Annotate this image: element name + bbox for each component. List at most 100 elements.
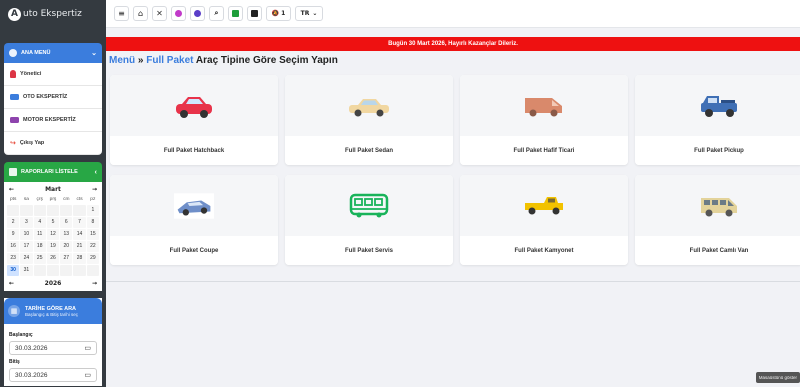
vehicle-card-label: Full Paket Camlı Van [635, 236, 800, 265]
logout-icon: ↪ [10, 139, 16, 147]
calendar-icon: ▭ [84, 372, 91, 379]
calendar-prev-button[interactable]: ← [9, 186, 14, 193]
vehicle-card[interactable]: Full Paket Hatchback [110, 75, 278, 165]
calendar-day[interactable]: 26 [46, 253, 60, 264]
calendar-day[interactable]: 18 [33, 241, 46, 252]
vehicle-card-label: Full Paket Kamyonet [460, 236, 628, 265]
year-next-button[interactable]: → [92, 280, 97, 287]
sidebar-item-motor-ekspertiz[interactable]: MOTOR EKSPERTİZ [4, 109, 102, 132]
calendar-month[interactable]: Mart [45, 186, 61, 193]
calendar-day[interactable]: 5 [46, 217, 60, 228]
vehicle-card[interactable]: Full Paket Camlı Van [635, 175, 800, 265]
calendar-day[interactable]: 2 [7, 217, 20, 228]
brand[interactable]: A uto Ekspertiz [0, 0, 106, 28]
vehicle-card[interactable]: Full Paket Servis [285, 175, 453, 265]
vehicle-card[interactable]: Full Paket Hafif Ticari [460, 75, 628, 165]
users-button[interactable] [171, 6, 186, 21]
weekday-label: sa [23, 197, 29, 202]
calendar-day[interactable]: 16 [7, 241, 20, 252]
calendar-day[interactable]: 24 [20, 253, 33, 264]
vehicle-card[interactable]: Full Paket Pickup [635, 75, 800, 165]
calendar-day[interactable]: 23 [7, 253, 20, 264]
sidebar-item-oto-ekspertiz[interactable]: OTO EKSPERTİZ [4, 86, 102, 109]
calendar-day[interactable]: 25 [33, 253, 46, 264]
breadcrumb-package-link[interactable]: Full Paket [146, 55, 193, 66]
hatchback-icon [176, 96, 212, 118]
calendar-day[interactable]: 7 [73, 217, 86, 228]
calendar-day[interactable]: 14 [73, 229, 86, 240]
main-content: Bugün 30 Mart 2026, Hayırlı Kazançlar Di… [106, 37, 800, 387]
end-date-input[interactable]: 30.03.2026 ▭ [9, 368, 97, 382]
announcement-bar: Bugün 30 Mart 2026, Hayırlı Kazançlar Di… [106, 37, 800, 51]
calendar-empty-cell [73, 205, 86, 216]
vehicle-image [460, 75, 628, 136]
calendar-day[interactable]: 19 [46, 241, 60, 252]
sidebar-item-yonetici[interactable]: Yönetici [4, 63, 102, 86]
top-bar: A uto Ekspertiz ≡ ⌂ ✕ ⌕ 🔕 1 TR ⌄ [0, 0, 800, 28]
calendar-day[interactable]: 9 [7, 229, 20, 240]
sidebar-item-cikis-yap[interactable]: ↪ Çıkış Yap [4, 132, 102, 155]
calendar-day[interactable]: 20 [60, 241, 73, 252]
calendar-day[interactable]: 29 [86, 253, 99, 264]
calculator-button[interactable] [247, 6, 262, 21]
vehicle-card[interactable]: Full Paket Sedan [285, 75, 453, 165]
tools-button[interactable]: ✕ [152, 6, 167, 21]
calendar-day[interactable]: 15 [86, 229, 99, 240]
calendar-grid: pts sa çrş prş cm cts pz 1 2 3 4 5 6 7 8 9 10 11 12 13 14 15 1… [7, 195, 99, 276]
calendar-day[interactable]: 13 [60, 229, 73, 240]
calendar-day[interactable]: 4 [33, 217, 46, 228]
search-button[interactable]: ⌕ [209, 6, 224, 21]
vehicle-type-grid: Full Paket Hatchback Full Paket Sedan Fu… [106, 71, 800, 265]
calendar-empty-cell [33, 265, 46, 276]
users-icon [175, 10, 182, 17]
calendar-day[interactable]: 11 [33, 229, 46, 240]
reports-header[interactable]: RAPORLARI LİSTELE ‹ [4, 162, 102, 182]
vehicle-card[interactable]: Full Paket Kamyonet [460, 175, 628, 265]
calendar-day[interactable]: 31 [20, 265, 33, 276]
main-menu-header[interactable]: ANA MENÜ ⌄ [4, 43, 102, 63]
calendar-day[interactable]: 3 [20, 217, 33, 228]
calendar-day[interactable]: 30 [7, 265, 20, 276]
start-date-input[interactable]: 30.03.2026 ▭ [9, 341, 97, 355]
calendar-day[interactable]: 10 [20, 229, 33, 240]
menu-toggle-button[interactable]: ≡ [114, 6, 129, 21]
calendar-empty-cell [46, 265, 60, 276]
user-add-button[interactable] [190, 6, 205, 21]
weekday-label: pts [9, 197, 17, 202]
page-title-text: Araç Tipine Göre Seçim Yapın [193, 55, 338, 66]
van-icon [525, 97, 562, 116]
weekday-label: cts [76, 197, 83, 202]
calendar-empty-cell [73, 265, 86, 276]
calendar-day[interactable]: 8 [86, 217, 99, 228]
calendar-day[interactable]: 21 [73, 241, 86, 252]
truck-icon [525, 196, 563, 214]
show-desktop-tooltip: Masaüstünü göster [755, 372, 800, 383]
calendar-next-button[interactable]: → [92, 186, 97, 193]
calendar-empty-cell [86, 265, 99, 276]
vehicle-card[interactable]: Full Paket Coupe [110, 175, 278, 265]
bell-off-icon: 🔕 [271, 10, 280, 17]
vehicle-image [285, 75, 453, 136]
notification-button[interactable]: 🔕 1 [266, 6, 291, 21]
spreadsheet-button[interactable] [228, 6, 243, 21]
calendar-day[interactable]: 6 [60, 217, 73, 228]
year-prev-button[interactable]: ← [9, 280, 14, 287]
calendar-day[interactable]: 1 [86, 205, 99, 216]
calendar-year[interactable]: 2026 [45, 280, 62, 287]
vehicle-card-label: Full Paket Hafif Ticari [460, 136, 628, 165]
calendar-icon: ▭ [84, 345, 91, 352]
breadcrumb-menu-link[interactable]: Menü [109, 55, 135, 66]
calendar-empty-cell [20, 205, 33, 216]
calendar-day[interactable]: 28 [73, 253, 86, 264]
vehicle-image [635, 75, 800, 136]
calendar-day[interactable]: 17 [20, 241, 33, 252]
calendar-day[interactable]: 22 [86, 241, 99, 252]
calendar-day[interactable]: 27 [60, 253, 73, 264]
language-select[interactable]: TR ⌄ [295, 6, 323, 21]
calendar-day[interactable]: 12 [46, 229, 60, 240]
divider [106, 281, 800, 282]
vehicle-image [635, 175, 800, 236]
chevron-down-icon: ⌄ [312, 10, 318, 17]
start-date-value: 30.03.2026 [15, 344, 48, 352]
home-button[interactable]: ⌂ [133, 6, 148, 21]
